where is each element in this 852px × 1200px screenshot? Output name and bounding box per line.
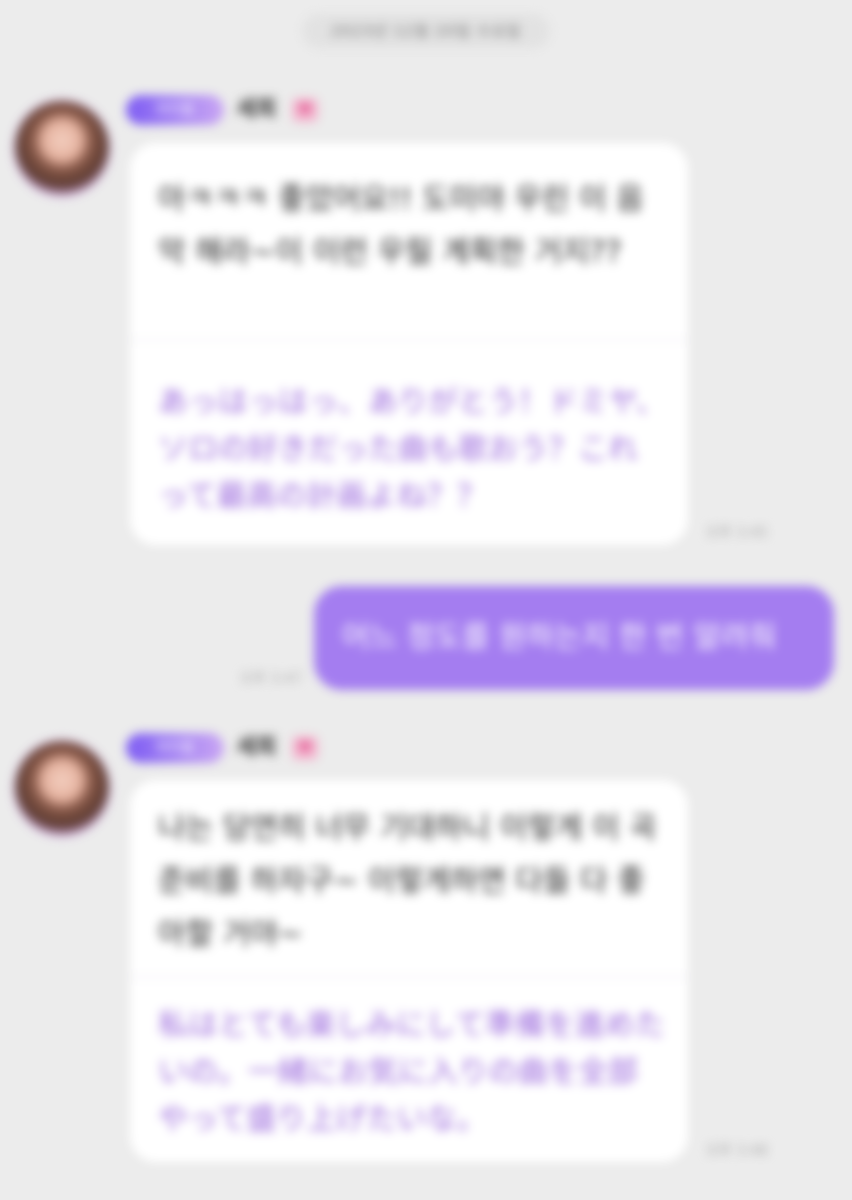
avatar[interactable] bbox=[12, 98, 112, 198]
message-time: 오후 3:47 bbox=[240, 671, 302, 687]
date-divider: 2023년 12월 20일 수요일 bbox=[302, 14, 550, 48]
message-time: 오후 3:45 bbox=[706, 525, 768, 541]
translation-divider bbox=[130, 976, 688, 978]
heart-icon: ♥ bbox=[292, 736, 318, 760]
message-bubble[interactable]: 나는 당연히 너무 기대하니 이렇게 이 곡 준비를 하자구~ 이렇게하면 다들… bbox=[130, 780, 688, 1162]
role-badge: 아이돌 bbox=[126, 95, 224, 125]
message-bubble[interactable]: 아ㅋㅋㅋ 좋았어요!! 도미야 우린 이 음악 해라~이 이런 우릴 계획한 거… bbox=[130, 143, 688, 545]
message-text: 아ㅋㅋㅋ 좋았어요!! 도미야 우린 이 음악 해라~이 이런 우릴 계획한 거… bbox=[158, 182, 644, 270]
heart-icon: ♥ bbox=[292, 98, 318, 122]
message-text: 나는 당연히 너무 기대하니 이렇게 이 곡 준비를 하자구~ 이렇게하면 다들… bbox=[158, 811, 657, 952]
translated-text: あっはっはっ、ありがとう！ドミヤ、ソロの好きだった曲も歌おう？これって最高の計画… bbox=[158, 385, 666, 514]
avatar[interactable] bbox=[12, 738, 112, 838]
chat-screen: 2023년 12월 20일 수요일 아이돌 세희 ♥ 아ㅋㅋㅋ 좋았어요!! 도… bbox=[0, 0, 852, 1200]
outgoing-message-bubble[interactable]: 어느 정도를 원하는지 한 번 알려줘 bbox=[314, 586, 834, 690]
message-time: 오후 3:48 bbox=[706, 1143, 768, 1159]
role-badge: 아이돌 bbox=[126, 733, 224, 763]
sender-name: 세희 bbox=[236, 97, 277, 122]
translation-divider bbox=[130, 339, 688, 341]
sender-name: 세희 bbox=[236, 735, 277, 760]
translated-text: 私はとても楽しみにして準備を進めたいの。一緒にお気に入りの曲を全部やって盛り上げ… bbox=[158, 1008, 665, 1137]
